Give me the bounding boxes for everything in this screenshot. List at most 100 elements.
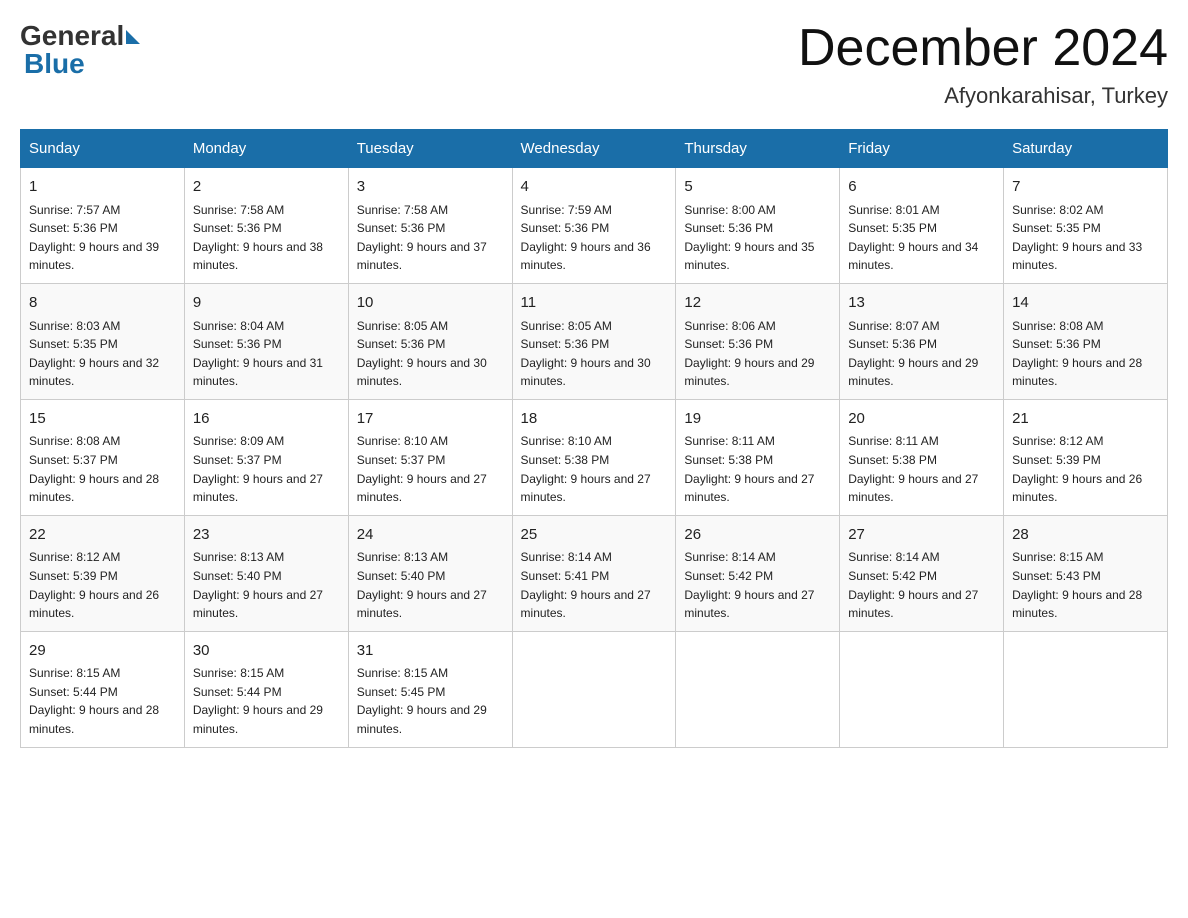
day-number: 26 [684,524,831,547]
day-info: Sunrise: 8:14 AMSunset: 5:41 PMDaylight:… [521,548,668,622]
table-row: 20Sunrise: 8:11 AMSunset: 5:38 PMDayligh… [840,399,1004,515]
month-year-title: December 2024 [798,20,1168,77]
day-number: 16 [193,408,340,431]
day-info: Sunrise: 8:05 AMSunset: 5:36 PMDaylight:… [357,317,504,391]
table-row: 11Sunrise: 8:05 AMSunset: 5:36 PMDayligh… [512,284,676,400]
table-row: 28Sunrise: 8:15 AMSunset: 5:43 PMDayligh… [1004,515,1168,631]
day-info: Sunrise: 7:58 AMSunset: 5:36 PMDaylight:… [193,201,340,275]
day-number: 1 [29,176,176,199]
day-info: Sunrise: 7:58 AMSunset: 5:36 PMDaylight:… [357,201,504,275]
table-row: 12Sunrise: 8:06 AMSunset: 5:36 PMDayligh… [676,284,840,400]
day-number: 19 [684,408,831,431]
day-number: 18 [521,408,668,431]
table-row: 30Sunrise: 8:15 AMSunset: 5:44 PMDayligh… [184,631,348,747]
table-row: 21Sunrise: 8:12 AMSunset: 5:39 PMDayligh… [1004,399,1168,515]
table-row: 4Sunrise: 7:59 AMSunset: 5:36 PMDaylight… [512,168,676,284]
table-row: 27Sunrise: 8:14 AMSunset: 5:42 PMDayligh… [840,515,1004,631]
day-number: 30 [193,640,340,663]
day-info: Sunrise: 8:15 AMSunset: 5:44 PMDaylight:… [29,664,176,738]
day-info: Sunrise: 8:10 AMSunset: 5:38 PMDaylight:… [521,432,668,506]
day-info: Sunrise: 7:57 AMSunset: 5:36 PMDaylight:… [29,201,176,275]
col-sunday: Sunday [21,130,185,168]
day-info: Sunrise: 8:12 AMSunset: 5:39 PMDaylight:… [1012,432,1159,506]
day-number: 3 [357,176,504,199]
table-row: 7Sunrise: 8:02 AMSunset: 5:35 PMDaylight… [1004,168,1168,284]
day-number: 21 [1012,408,1159,431]
day-info: Sunrise: 8:02 AMSunset: 5:35 PMDaylight:… [1012,201,1159,275]
table-row: 9Sunrise: 8:04 AMSunset: 5:36 PMDaylight… [184,284,348,400]
col-thursday: Thursday [676,130,840,168]
calendar-week-row: 22Sunrise: 8:12 AMSunset: 5:39 PMDayligh… [21,515,1168,631]
table-row: 1Sunrise: 7:57 AMSunset: 5:36 PMDaylight… [21,168,185,284]
day-info: Sunrise: 8:01 AMSunset: 5:35 PMDaylight:… [848,201,995,275]
calendar-week-row: 1Sunrise: 7:57 AMSunset: 5:36 PMDaylight… [21,168,1168,284]
table-row: 2Sunrise: 7:58 AMSunset: 5:36 PMDaylight… [184,168,348,284]
logo-arrow-icon [126,30,140,44]
table-row: 26Sunrise: 8:14 AMSunset: 5:42 PMDayligh… [676,515,840,631]
day-info: Sunrise: 7:59 AMSunset: 5:36 PMDaylight:… [521,201,668,275]
day-info: Sunrise: 8:10 AMSunset: 5:37 PMDaylight:… [357,432,504,506]
day-number: 12 [684,292,831,315]
day-number: 8 [29,292,176,315]
day-number: 20 [848,408,995,431]
table-row: 18Sunrise: 8:10 AMSunset: 5:38 PMDayligh… [512,399,676,515]
day-info: Sunrise: 8:14 AMSunset: 5:42 PMDaylight:… [684,548,831,622]
day-number: 27 [848,524,995,547]
day-info: Sunrise: 8:04 AMSunset: 5:36 PMDaylight:… [193,317,340,391]
day-info: Sunrise: 8:08 AMSunset: 5:36 PMDaylight:… [1012,317,1159,391]
calendar-week-row: 8Sunrise: 8:03 AMSunset: 5:35 PMDaylight… [21,284,1168,400]
col-wednesday: Wednesday [512,130,676,168]
day-number: 11 [521,292,668,315]
day-number: 22 [29,524,176,547]
day-info: Sunrise: 8:12 AMSunset: 5:39 PMDaylight:… [29,548,176,622]
day-info: Sunrise: 8:09 AMSunset: 5:37 PMDaylight:… [193,432,340,506]
day-number: 2 [193,176,340,199]
day-info: Sunrise: 8:00 AMSunset: 5:36 PMDaylight:… [684,201,831,275]
table-row: 24Sunrise: 8:13 AMSunset: 5:40 PMDayligh… [348,515,512,631]
day-number: 14 [1012,292,1159,315]
col-friday: Friday [840,130,1004,168]
calendar-week-row: 29Sunrise: 8:15 AMSunset: 5:44 PMDayligh… [21,631,1168,747]
table-row: 15Sunrise: 8:08 AMSunset: 5:37 PMDayligh… [21,399,185,515]
table-row [840,631,1004,747]
table-row: 3Sunrise: 7:58 AMSunset: 5:36 PMDaylight… [348,168,512,284]
day-info: Sunrise: 8:13 AMSunset: 5:40 PMDaylight:… [193,548,340,622]
table-row: 16Sunrise: 8:09 AMSunset: 5:37 PMDayligh… [184,399,348,515]
table-row: 29Sunrise: 8:15 AMSunset: 5:44 PMDayligh… [21,631,185,747]
table-row [512,631,676,747]
day-info: Sunrise: 8:11 AMSunset: 5:38 PMDaylight:… [684,432,831,506]
day-info: Sunrise: 8:07 AMSunset: 5:36 PMDaylight:… [848,317,995,391]
table-row: 19Sunrise: 8:11 AMSunset: 5:38 PMDayligh… [676,399,840,515]
day-number: 4 [521,176,668,199]
day-number: 13 [848,292,995,315]
day-info: Sunrise: 8:06 AMSunset: 5:36 PMDaylight:… [684,317,831,391]
table-row: 8Sunrise: 8:03 AMSunset: 5:35 PMDaylight… [21,284,185,400]
day-info: Sunrise: 8:11 AMSunset: 5:38 PMDaylight:… [848,432,995,506]
day-number: 28 [1012,524,1159,547]
day-info: Sunrise: 8:03 AMSunset: 5:35 PMDaylight:… [29,317,176,391]
title-block: December 2024 Afyonkarahisar, Turkey [798,20,1168,109]
table-row: 31Sunrise: 8:15 AMSunset: 5:45 PMDayligh… [348,631,512,747]
table-row: 13Sunrise: 8:07 AMSunset: 5:36 PMDayligh… [840,284,1004,400]
day-number: 23 [193,524,340,547]
table-row [1004,631,1168,747]
table-row: 5Sunrise: 8:00 AMSunset: 5:36 PMDaylight… [676,168,840,284]
day-number: 10 [357,292,504,315]
day-number: 5 [684,176,831,199]
col-monday: Monday [184,130,348,168]
logo: General Blue [20,20,140,80]
calendar-header-row: Sunday Monday Tuesday Wednesday Thursday… [21,130,1168,168]
day-number: 29 [29,640,176,663]
table-row: 23Sunrise: 8:13 AMSunset: 5:40 PMDayligh… [184,515,348,631]
page-header: General Blue December 2024 Afyonkarahisa… [20,20,1168,109]
table-row: 22Sunrise: 8:12 AMSunset: 5:39 PMDayligh… [21,515,185,631]
day-info: Sunrise: 8:14 AMSunset: 5:42 PMDaylight:… [848,548,995,622]
day-number: 17 [357,408,504,431]
day-number: 31 [357,640,504,663]
day-number: 7 [1012,176,1159,199]
calendar-week-row: 15Sunrise: 8:08 AMSunset: 5:37 PMDayligh… [21,399,1168,515]
day-info: Sunrise: 8:15 AMSunset: 5:43 PMDaylight:… [1012,548,1159,622]
table-row [676,631,840,747]
table-row: 17Sunrise: 8:10 AMSunset: 5:37 PMDayligh… [348,399,512,515]
day-number: 6 [848,176,995,199]
